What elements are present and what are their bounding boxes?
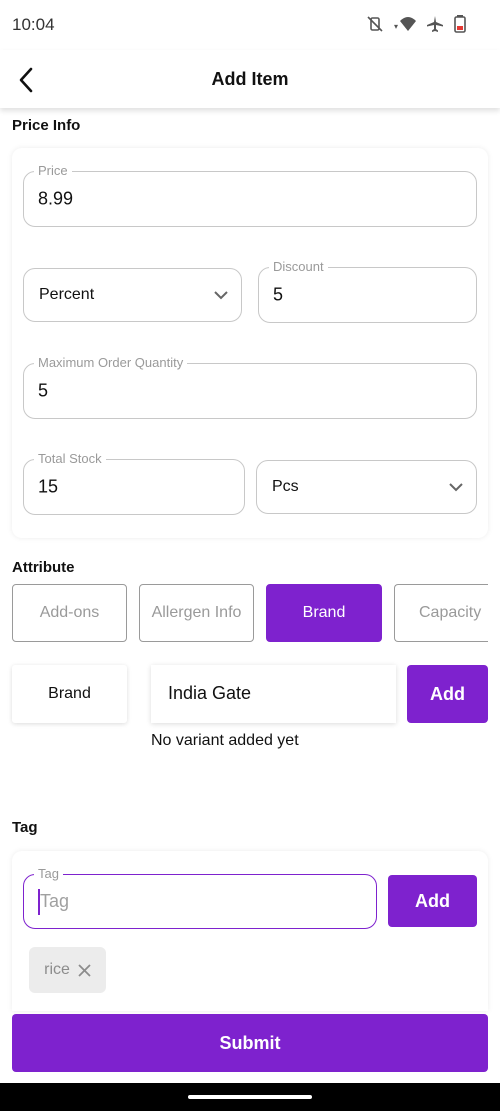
add-tag-button[interactable]: Add (388, 875, 477, 927)
attribute-chip-allergen-info[interactable]: Allergen Info (139, 584, 254, 642)
attribute-chip-add-ons[interactable]: Add-ons (12, 584, 127, 642)
attribute-chip-brand[interactable]: Brand (266, 584, 382, 642)
no-variant-text: No variant added yet (151, 732, 299, 749)
max-order-qty-field[interactable]: Maximum Order Quantity 5 (23, 355, 477, 419)
max-order-qty-label: Maximum Order Quantity (34, 355, 188, 370)
attribute-title: Attribute (12, 559, 75, 576)
tag-title: Tag (12, 819, 38, 836)
tag-chip[interactable]: rice (29, 947, 106, 993)
battery-icon (454, 15, 466, 33)
tag-chip-label: rice (44, 961, 70, 978)
add-attribute-button[interactable]: Add (407, 665, 488, 723)
close-icon[interactable] (78, 963, 91, 977)
unit-value: Pcs (272, 478, 299, 495)
discount-field[interactable]: Discount 5 (258, 259, 477, 323)
discount-value: 5 (273, 284, 284, 305)
airplane-mode-icon (427, 16, 443, 32)
tag-placeholder: Tag (40, 891, 70, 911)
price-field[interactable]: Price 8.99 (23, 163, 477, 227)
attribute-value-input[interactable]: India Gate (151, 665, 396, 723)
status-icons: ▾ (366, 15, 466, 33)
max-order-qty-value: 5 (38, 380, 49, 401)
attribute-value-text: India Gate (168, 683, 252, 703)
discount-label: Discount (269, 259, 328, 274)
price-label: Price (34, 163, 72, 178)
unit-select[interactable]: Pcs (256, 460, 477, 514)
total-stock-value: 15 (38, 476, 59, 497)
svg-text:▾: ▾ (394, 22, 398, 31)
total-stock-field[interactable]: Total Stock 15 (23, 451, 245, 515)
vibrate-off-icon (367, 16, 383, 32)
home-gesture-handle[interactable] (188, 1095, 312, 1099)
total-stock-label: Total Stock (34, 451, 106, 466)
wifi-icon: ▾ (394, 17, 416, 31)
page-title: Add Item (211, 69, 289, 89)
discount-type-select[interactable]: Percent (23, 268, 242, 322)
tag-input[interactable]: Tag Tag (23, 866, 377, 929)
selected-attribute-label: Brand (12, 665, 127, 723)
attribute-chip-capacity[interactable]: Capacity (394, 584, 488, 642)
system-nav-bar (0, 1083, 500, 1111)
status-bar: 10:04 ▾ (0, 0, 500, 50)
submit-button[interactable]: Submit (12, 1014, 488, 1072)
price-info-title: Price Info (12, 117, 81, 134)
chevron-down-icon (214, 291, 228, 300)
tag-label: Tag (34, 866, 63, 881)
status-time: 10:04 (12, 15, 55, 34)
price-value: 8.99 (38, 188, 74, 209)
app-bar: Add Item (0, 50, 500, 108)
chevron-down-icon (449, 483, 463, 492)
discount-type-value: Percent (39, 286, 95, 303)
